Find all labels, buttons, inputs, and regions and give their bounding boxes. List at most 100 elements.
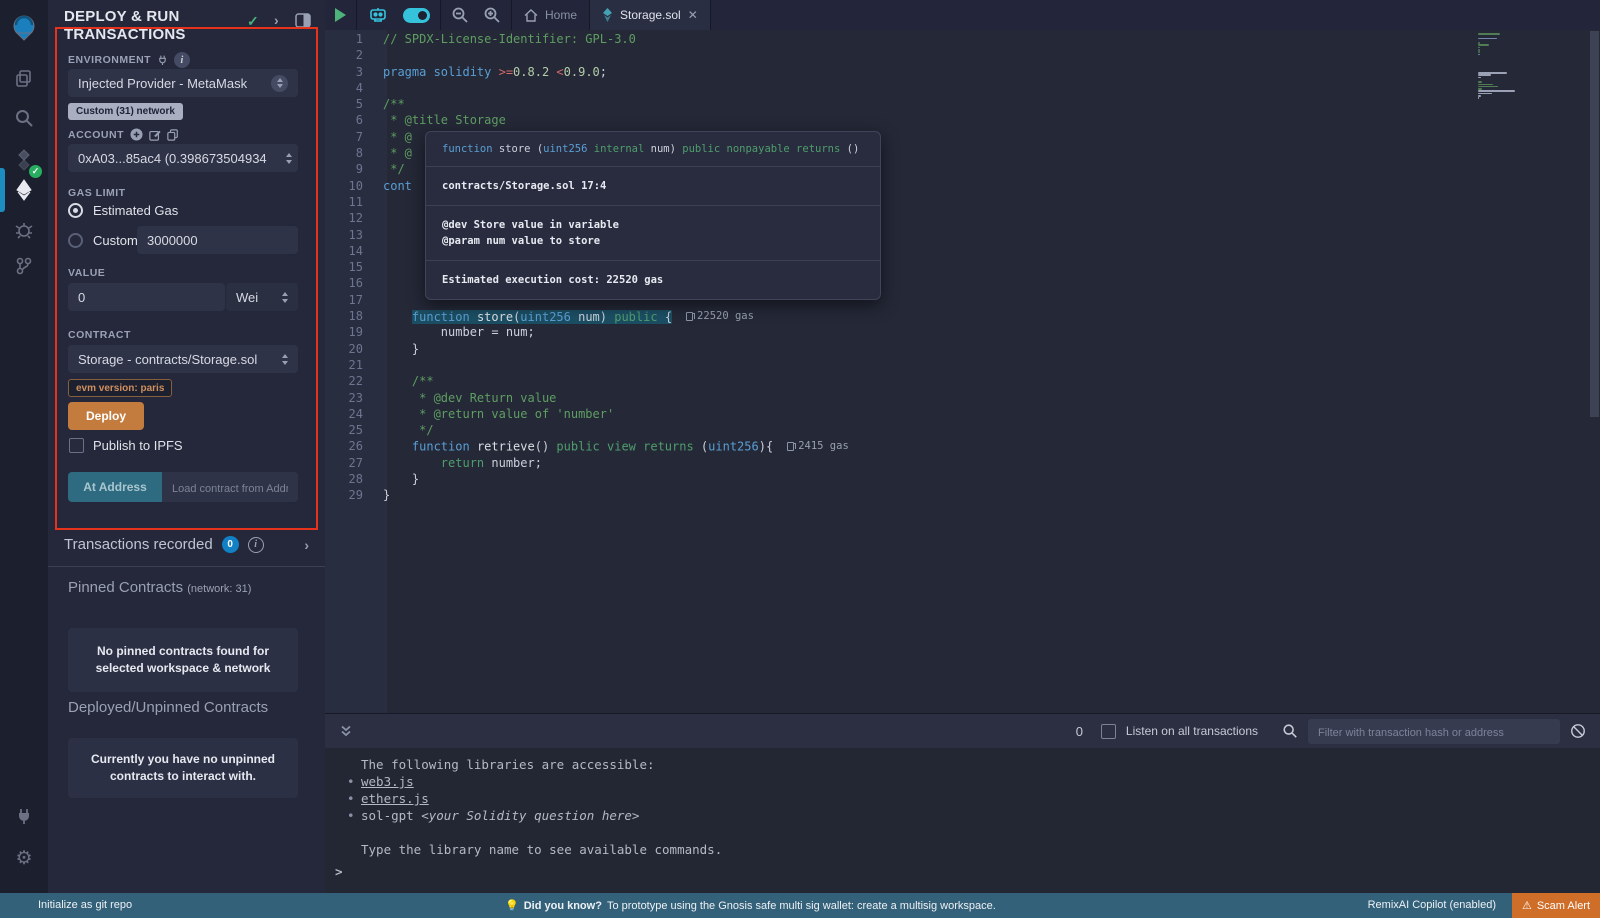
line-number: 1 (325, 31, 375, 47)
code-line: 25 */ (325, 422, 1600, 438)
line-number: 4 (325, 80, 375, 96)
publish-ipfs-row[interactable]: Publish to IPFS (69, 438, 183, 453)
add-account-icon[interactable] (130, 128, 143, 141)
line-number: 5 (325, 96, 375, 112)
transactions-info-icon[interactable]: i (248, 537, 264, 553)
lightbulb-icon: 💡 (505, 899, 519, 912)
copy-account-icon[interactable] (167, 129, 179, 141)
zoom-in-icon[interactable] (483, 6, 501, 24)
copilot-status[interactable]: RemixAI Copilot (enabled) (1368, 899, 1496, 911)
environment-select[interactable]: Injected Provider - MetaMask (68, 69, 298, 97)
line-number: 11 (325, 194, 375, 210)
environment-info-icon[interactable]: i (174, 52, 190, 68)
line-number: 28 (325, 471, 375, 487)
line-number: 10 (325, 178, 375, 194)
custom-gas-radio[interactable] (68, 233, 83, 248)
terminal-search-icon[interactable] (1282, 723, 1298, 739)
listen-checkbox[interactable] (1101, 724, 1116, 739)
line-number: 7 (325, 129, 375, 145)
line-number: 25 (325, 422, 375, 438)
estimated-gas-option[interactable]: Estimated Gas (68, 203, 178, 218)
transactions-recorded-row: Transactions recorded 0 i › (64, 536, 309, 553)
zoom-out-icon[interactable] (451, 6, 469, 24)
contract-select[interactable]: Storage - contracts/Storage.sol (68, 345, 298, 373)
panel-check-icon: ✓ (247, 13, 259, 30)
debugger-icon[interactable] (0, 210, 48, 250)
line-number: 29 (325, 487, 375, 503)
line-number: 8 (325, 145, 375, 161)
chevron-updown-icon (286, 153, 292, 164)
edit-account-icon[interactable] (149, 129, 161, 141)
line-number: 18 (325, 308, 375, 324)
line-number: 2 (325, 47, 375, 63)
terminal-line: •ethers.js (325, 790, 1600, 807)
code-line: 28 } (325, 471, 1600, 487)
publish-ipfs-checkbox[interactable] (69, 438, 84, 453)
chevron-updown-icon (282, 354, 288, 365)
run-script-icon[interactable] (335, 8, 346, 22)
git-init-label[interactable]: Initialize as git repo (38, 899, 132, 911)
close-tab-icon[interactable]: ✕ (688, 8, 698, 22)
at-address-button[interactable]: At Address (68, 472, 162, 502)
editor-scrollbar[interactable] (1590, 31, 1599, 417)
status-bar: Initialize as git repo 💡 Did you know? T… (0, 893, 1600, 918)
line-number: 23 (325, 390, 375, 406)
gas-pump-icon (787, 442, 794, 451)
terminal-header: 0 Listen on all transactions (325, 713, 1600, 748)
minimap[interactable] (1478, 33, 1540, 100)
account-select[interactable]: 0xA03...85ac4 (0.398673504934 (68, 144, 298, 172)
code-line: 22 /** (325, 373, 1600, 389)
line-number: 14 (325, 243, 375, 259)
line-number: 6 (325, 112, 375, 128)
expand-panel-icon[interactable]: › (274, 12, 279, 28)
tooltip-signature: function store (uint256 internal num) pu… (426, 132, 880, 166)
ai-section (357, 0, 441, 30)
contract-label: CONTRACT (68, 329, 131, 341)
panel-toggle-icon[interactable] (295, 13, 311, 28)
line-number: 16 (325, 275, 375, 291)
account-label: ACCOUNT (68, 128, 179, 141)
block-transactions-icon[interactable] (1570, 723, 1586, 739)
tooltip-location: contracts/Storage.sol 17:4 (426, 166, 880, 205)
gas-custom-input[interactable] (137, 226, 298, 254)
terminal-prompt[interactable]: > (335, 864, 343, 879)
divider (48, 566, 325, 567)
custom-gas-option[interactable]: Custom (68, 233, 138, 248)
search-icon[interactable] (0, 98, 48, 138)
terminal-collapse-icon[interactable] (339, 724, 353, 738)
git-icon[interactable] (0, 246, 48, 286)
code-line: 6 * @title Storage (325, 112, 1600, 128)
line-number: 20 (325, 341, 375, 357)
terminal-link[interactable]: web3.js (361, 774, 414, 789)
line-number: 21 (325, 357, 375, 373)
deploy-run-icon[interactable] (0, 170, 48, 210)
deploy-button[interactable]: Deploy (68, 402, 144, 430)
transactions-expand-icon[interactable]: › (304, 537, 309, 553)
code-line: 29} (325, 487, 1600, 503)
line-number: 24 (325, 406, 375, 422)
plug-icon[interactable] (157, 54, 168, 66)
tab-home[interactable]: Home (512, 0, 590, 30)
line-number: 9 (325, 161, 375, 177)
scam-alert-button[interactable]: ⚠ Scam Alert (1512, 893, 1600, 918)
filter-input[interactable] (1308, 719, 1560, 744)
plugin-manager-icon[interactable] (0, 796, 48, 836)
listen-label: Listen on all transactions (1126, 724, 1258, 738)
settings-icon[interactable]: ⚙ (0, 838, 48, 878)
tab-storage-sol[interactable]: Storage.sol ✕ (590, 0, 711, 30)
terminal-output[interactable]: The following libraries are accessible:•… (325, 748, 1600, 893)
gas-pump-icon (686, 312, 693, 321)
code-line: 23 * @dev Return value (325, 390, 1600, 406)
copilot-toggle[interactable] (403, 8, 430, 23)
file-explorer-icon[interactable] (0, 58, 48, 98)
line-number: 12 (325, 210, 375, 226)
value-unit-select[interactable]: Wei (226, 283, 298, 311)
terminal-link[interactable]: ethers.js (361, 791, 429, 806)
remix-logo-icon[interactable] (0, 6, 48, 50)
estimated-gas-radio[interactable] (68, 203, 83, 218)
at-address-input[interactable] (162, 472, 298, 502)
ai-robot-icon[interactable] (367, 5, 389, 25)
value-input[interactable] (68, 283, 225, 311)
terminal-line: Type the library name to see available c… (325, 841, 1600, 858)
editor-toolbar: Home Storage.sol ✕ (325, 0, 1600, 30)
